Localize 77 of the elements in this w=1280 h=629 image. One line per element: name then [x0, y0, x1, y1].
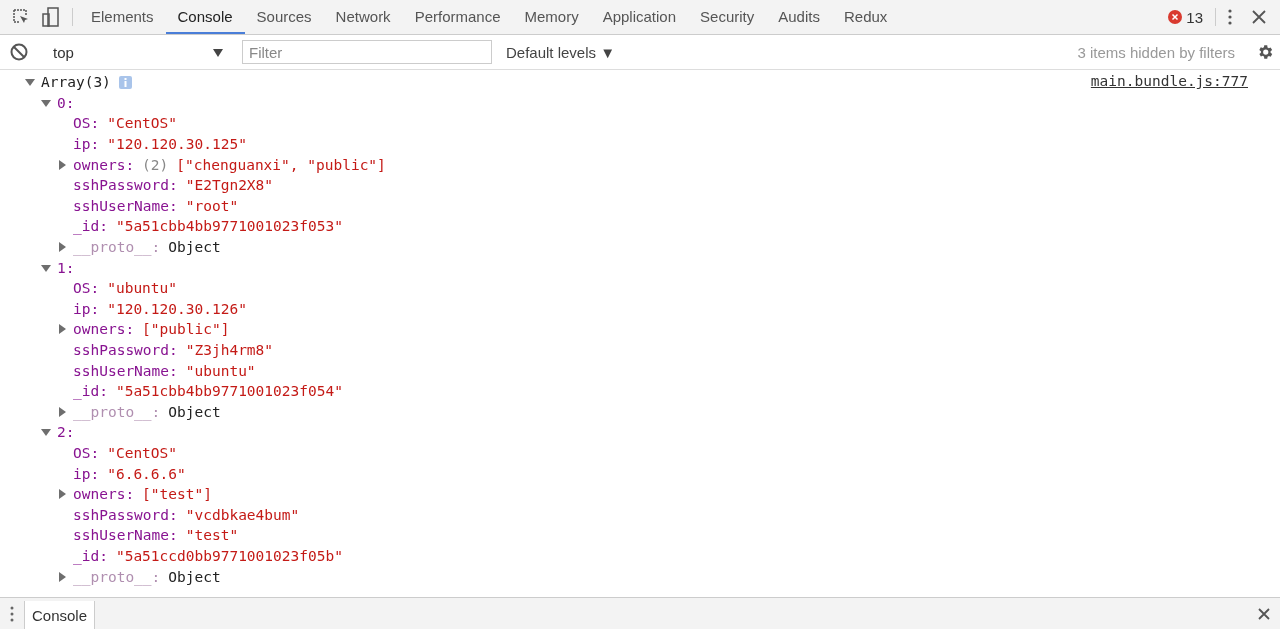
expanded-arrow-icon[interactable]	[41, 262, 51, 273]
property-key: _id:	[73, 547, 108, 564]
panel-tab[interactable]: Sources	[244, 0, 324, 34]
panel-tab[interactable]: Redux	[831, 0, 900, 34]
property-key: __proto__:	[73, 239, 161, 256]
expanded-arrow-icon[interactable]	[41, 97, 51, 108]
levels-dropdown[interactable]: Default levels ▼	[500, 43, 622, 61]
property-value: "E2Tgn2X8"	[185, 177, 274, 194]
panel-tab[interactable]: Application	[590, 0, 689, 34]
collapsed-arrow-icon[interactable]	[57, 489, 67, 500]
property-value: "120.120.30.126"	[107, 300, 247, 317]
property-value: "ubuntu"	[185, 362, 256, 379]
collapsed-arrow-icon[interactable]	[57, 159, 67, 170]
property-key: _id:	[73, 383, 108, 400]
error-count-text: 13	[1186, 8, 1203, 26]
property-key: sshPassword:	[73, 342, 178, 358]
property-value: "CentOS"	[107, 445, 178, 461]
property-key: __proto__:	[73, 568, 161, 585]
property-key: OS:	[73, 280, 100, 297]
property-key: __proto__:	[73, 403, 161, 420]
context-selector[interactable]: top	[43, 43, 233, 61]
property-key: sshPassword:	[73, 506, 178, 523]
property-key: owners:	[73, 486, 135, 503]
panel-tab[interactable]: Security	[688, 0, 767, 34]
expanded-arrow-icon[interactable]	[41, 427, 51, 438]
panel-tab[interactable]: Performance	[402, 0, 513, 34]
collapsed-arrow-icon[interactable]	[57, 242, 67, 253]
property-key: sshUserName:	[73, 197, 178, 214]
drawer-tab[interactable]: Console	[24, 601, 96, 629]
property-value: "CentOS"	[107, 115, 178, 132]
source-link[interactable]: main.bundle.js:777	[1090, 73, 1248, 89]
property-value: "test"	[185, 527, 239, 544]
property-key: OS:	[73, 115, 100, 132]
property-value: "120.120.30.125"	[107, 136, 247, 153]
array-index: 0:	[57, 94, 75, 111]
panel-tab[interactable]: Elements	[79, 0, 166, 34]
property-value: "5a51cbb4bb9771001023f053"	[115, 218, 343, 235]
property-key: _id:	[73, 218, 108, 235]
panel-tab[interactable]: Memory	[512, 0, 591, 34]
property-value: "6.6.6.6"	[107, 465, 186, 482]
expanded-arrow-icon[interactable]	[25, 77, 35, 88]
array-length: (2)	[142, 156, 169, 173]
property-value: "vcdbkae4bum"	[185, 506, 300, 523]
error-count[interactable]: 13	[1168, 0, 1209, 34]
property-key: sshPassword:	[73, 177, 178, 194]
panel-tab[interactable]: Audits	[766, 0, 832, 34]
property-value: ["test"]	[142, 486, 212, 503]
collapsed-arrow-icon[interactable]	[57, 571, 67, 582]
property-key: sshUserName:	[73, 527, 178, 544]
info-icon	[118, 75, 132, 89]
property-value: Object	[168, 403, 221, 420]
collapsed-arrow-icon[interactable]	[57, 324, 67, 335]
property-value: Object	[168, 239, 221, 256]
property-key: sshUserName:	[73, 362, 178, 379]
property-value: "5a51cbb4bb9771001023f054"	[115, 383, 343, 400]
property-value: ["chenguanxi", "public"]	[176, 156, 386, 173]
filter-input[interactable]: Filter	[242, 40, 492, 64]
property-key: ip:	[73, 465, 100, 482]
array-index: 2:	[57, 424, 75, 441]
property-value: ["public"]	[142, 321, 230, 338]
error-icon	[1168, 10, 1183, 24]
property-value: "5a51ccd0bb9771001023f05b"	[115, 547, 343, 564]
dropdown-icon	[213, 47, 223, 58]
property-key: ip:	[73, 300, 100, 317]
property-key: OS:	[73, 445, 100, 461]
property-value: "root"	[185, 197, 239, 214]
property-value: "ubuntu"	[107, 280, 178, 297]
property-value: Object	[168, 568, 221, 585]
collapsed-arrow-icon[interactable]	[57, 406, 67, 417]
array-index: 1:	[57, 259, 75, 276]
panel-tab[interactable]: Network	[323, 0, 403, 34]
property-value: "Z3jh4rm8"	[185, 342, 274, 358]
property-key: owners:	[73, 156, 135, 173]
property-key: ip:	[73, 136, 100, 153]
hidden-items-note: 3 items hidden by filters	[1077, 43, 1236, 61]
property-key: owners:	[73, 321, 135, 338]
array-label: Array(3)	[41, 74, 111, 91]
